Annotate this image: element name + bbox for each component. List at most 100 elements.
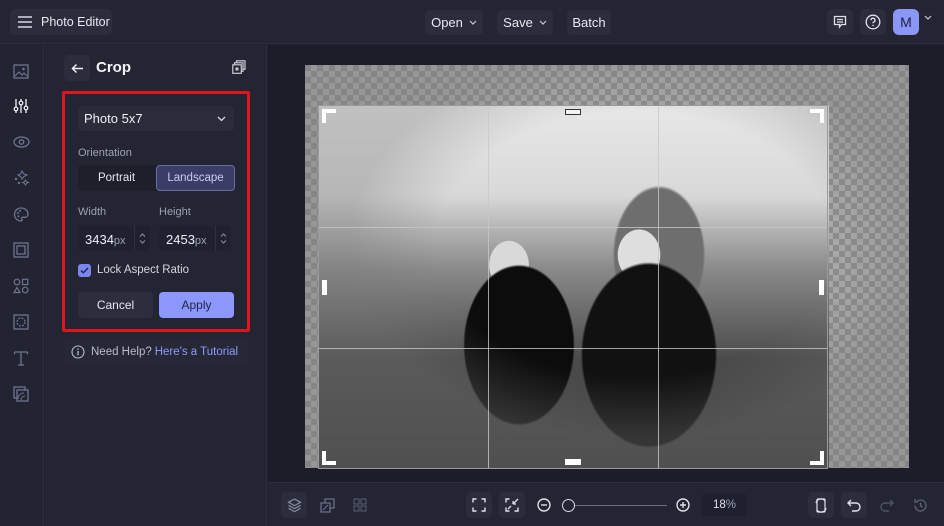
back-button[interactable] (64, 55, 90, 81)
portrait-option[interactable]: Portrait (78, 165, 155, 191)
height-label: Height (159, 206, 191, 218)
feedback-button[interactable] (827, 9, 853, 35)
eye-icon (12, 136, 30, 148)
rail-item-adjust[interactable] (10, 95, 32, 117)
height-input[interactable]: 2453px (159, 226, 231, 251)
zoom-value: 18 (712, 499, 726, 511)
height-unit: px (194, 235, 207, 247)
chevron-down-icon[interactable] (139, 240, 146, 244)
chevron-down-icon (539, 20, 547, 25)
save-menu-button[interactable]: Save (497, 10, 553, 35)
redo-button[interactable] (874, 492, 900, 518)
layers-button[interactable] (281, 492, 307, 518)
chevron-down-icon (217, 116, 226, 121)
chevron-up-icon[interactable] (220, 233, 227, 237)
height-value: 2453 (166, 232, 195, 247)
width-input[interactable]: 3434px (78, 226, 150, 251)
arrow-left-icon (70, 63, 83, 73)
rail-item-image[interactable] (10, 60, 32, 82)
width-stepper[interactable] (134, 226, 150, 251)
crop-handle-bottom-left[interactable] (322, 451, 336, 465)
orientation-toggle: Portrait Landscape (78, 165, 235, 191)
grid-button[interactable] (347, 492, 373, 518)
cancel-button[interactable]: Cancel (78, 292, 153, 318)
width-value: 3434 (85, 232, 114, 247)
zoom-percentage[interactable]: 18% (702, 494, 747, 516)
rail-item-artsy[interactable] (10, 203, 32, 225)
help-text: Need Help? (91, 345, 152, 358)
crop-panel: Crop Photo 5x7 Orientation Portrait Land… (45, 45, 267, 526)
rail-item-graphics[interactable] (10, 275, 32, 297)
tutorial-link[interactable]: Here's a Tutorial (155, 346, 238, 358)
history-icon (913, 498, 927, 512)
crop-handle-right[interactable] (819, 280, 824, 295)
open-label: Open (431, 15, 463, 30)
main-menu-button[interactable]: Photo Editor (10, 9, 112, 35)
fit-screen-button[interactable] (466, 492, 492, 518)
width-label: Width (78, 206, 107, 218)
reset-button[interactable] (808, 492, 834, 518)
preset-value: Photo 5x7 (84, 111, 143, 126)
top-bar: Photo Editor Open Save Batch M (0, 0, 944, 44)
landscape-option[interactable]: Landscape (156, 165, 235, 191)
save-label: Save (503, 15, 533, 30)
batch-button[interactable]: Batch (567, 10, 611, 35)
image-icon (13, 63, 29, 79)
lock-aspect-label[interactable]: Lock Aspect Ratio (97, 264, 189, 276)
crop-handle-top[interactable] (565, 109, 581, 115)
open-menu-button[interactable]: Open (425, 10, 483, 35)
app-title: Photo Editor (41, 15, 110, 29)
canvas-area (268, 45, 944, 482)
preset-select[interactable]: Photo 5x7 (78, 106, 234, 131)
shapes-icon (13, 278, 29, 294)
fit-screen-icon (472, 498, 486, 512)
undo-icon (847, 499, 861, 512)
crop-handle-top-right[interactable] (810, 109, 824, 123)
zoom-out-icon[interactable] (537, 498, 551, 512)
layers-icon (286, 497, 302, 512)
crop-box[interactable] (318, 105, 828, 469)
crop-grid-line (658, 106, 659, 468)
user-avatar[interactable]: M (893, 9, 919, 35)
history-button[interactable] (907, 492, 933, 518)
texture-icon (13, 386, 29, 402)
account-chevron-icon[interactable] (924, 15, 932, 20)
zoom-slider-track[interactable] (571, 505, 667, 506)
zoom-in-icon[interactable] (676, 498, 690, 512)
rail-item-effects[interactable] (10, 167, 32, 189)
help-icon (865, 14, 881, 30)
orientation-label: Orientation (78, 147, 132, 159)
zoom-unit: % (725, 499, 737, 511)
undo-button[interactable] (841, 492, 867, 518)
frame-icon (13, 242, 29, 258)
chevron-down-icon[interactable] (220, 240, 227, 244)
lock-aspect-checkbox[interactable] (78, 264, 91, 277)
rail-item-textures[interactable] (10, 383, 32, 405)
help-button[interactable] (860, 9, 886, 35)
rail-item-frames[interactable] (10, 239, 32, 261)
sparkle-icon (14, 169, 30, 186)
crop-handle-bottom[interactable] (565, 459, 581, 465)
apply-button[interactable]: Apply (159, 292, 234, 318)
text-icon (13, 351, 29, 366)
chevron-up-icon[interactable] (139, 233, 146, 237)
duplicate-icon (319, 497, 335, 513)
crop-handle-left[interactable] (322, 280, 327, 295)
batch-label: Batch (572, 15, 606, 30)
height-stepper[interactable] (215, 226, 231, 251)
rail-item-text[interactable] (10, 347, 32, 369)
checkmark-icon (80, 267, 89, 274)
rail-item-overlays[interactable] (10, 311, 32, 333)
crop-handle-bottom-right[interactable] (810, 451, 824, 465)
rail-item-view[interactable] (10, 131, 32, 153)
crop-handle-top-left[interactable] (322, 109, 336, 123)
actual-size-button[interactable] (499, 492, 525, 518)
chevron-down-icon (469, 20, 477, 25)
zoom-slider-handle[interactable] (562, 499, 575, 512)
grid-icon (353, 498, 367, 512)
hamburger-icon (18, 16, 32, 28)
duplicate-layer-button[interactable] (314, 492, 340, 518)
palette-icon (13, 206, 29, 222)
avatar-initial: M (900, 14, 912, 30)
duplicate-icon[interactable] (232, 60, 246, 74)
